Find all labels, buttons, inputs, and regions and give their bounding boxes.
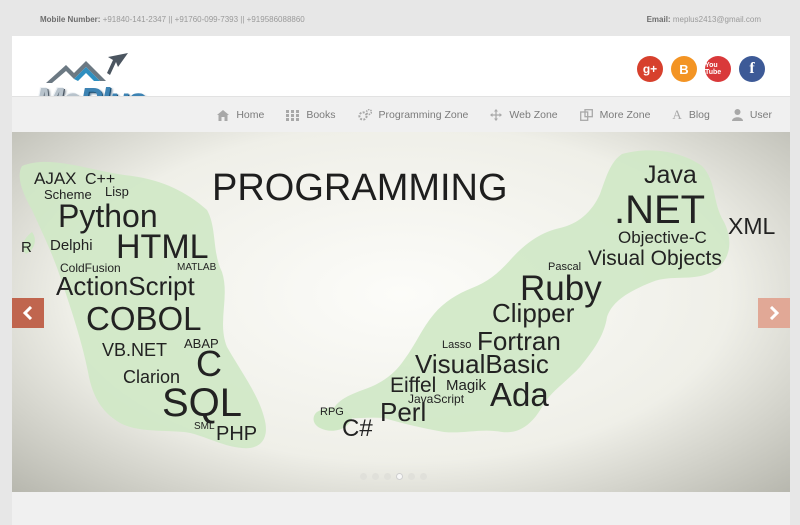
site-header: MePlus g+ B You Tube f Home Books [12, 36, 790, 132]
nav-label-user: User [749, 109, 772, 121]
nav-item-programming-zone[interactable]: Programming Zone [357, 109, 469, 121]
word-dotnet: .NET [614, 188, 706, 232]
nav-item-user[interactable]: User [731, 109, 772, 121]
slider-pagination [360, 473, 427, 480]
word-magik: Magik [446, 377, 487, 394]
blogger-icon[interactable]: B [671, 56, 697, 82]
word-java: Java [644, 161, 697, 189]
google-plus-icon[interactable]: g+ [637, 56, 663, 82]
word-lisp: Lisp [105, 184, 129, 199]
top-info-bar: Mobile Number: +91840-141-2347 || +91760… [0, 0, 800, 36]
word-actionscript: ActionScript [56, 271, 195, 301]
contact-email: Email: meplus2413@gmail.com [647, 15, 761, 24]
hero-slider: PROGRAMMING AJAX C++ Scheme Lisp Python … [12, 132, 790, 492]
nav-item-home[interactable]: Home [217, 109, 264, 121]
word-ajax: AJAX [34, 169, 77, 188]
word-sml: SML [194, 421, 215, 432]
contact-phone: Mobile Number: +91840-141-2347 || +91760… [40, 15, 305, 24]
word-xml: XML [728, 213, 776, 239]
word-cobol: COBOL [86, 300, 202, 337]
social-links: g+ B You Tube f [637, 56, 765, 82]
slider-dot-active[interactable] [396, 473, 403, 480]
nav-item-books[interactable]: Books [286, 109, 336, 121]
email-label: Email: [646, 15, 671, 24]
word-r: R [21, 239, 32, 256]
word-csharp: C# [342, 415, 373, 442]
copy-icon [579, 109, 593, 121]
slider-dot[interactable] [384, 473, 391, 480]
slider-dot[interactable] [420, 473, 427, 480]
nav-item-blog[interactable]: A Blog [672, 107, 709, 123]
home-icon [217, 109, 230, 121]
word-perl: Perl [380, 397, 427, 427]
nav-item-web-zone[interactable]: Web Zone [490, 109, 558, 121]
word-sql: SQL [162, 381, 243, 425]
email-address[interactable]: meplus2413@gmail.com [673, 15, 761, 24]
word-vbnet: VB.NET [102, 340, 168, 360]
slider-dot[interactable] [372, 473, 379, 480]
word-c: C [196, 343, 222, 384]
word-html: HTML [116, 228, 209, 266]
word-rpg: RPG [320, 406, 344, 418]
slider-dot[interactable] [408, 473, 415, 480]
slider-prev-button[interactable] [12, 298, 44, 328]
nav-item-more-zone[interactable]: More Zone [579, 109, 651, 121]
youtube-icon[interactable]: You Tube [705, 56, 731, 82]
mobile-label: Mobile Number: [40, 15, 101, 24]
word-visual-objects: Visual Objects [588, 247, 722, 270]
gears-icon [357, 109, 372, 121]
nav-label-web-zone: Web Zone [509, 109, 558, 121]
word-clipper: Clipper [492, 298, 575, 328]
chevron-left-icon [22, 306, 33, 320]
word-objective-c: Objective-C [618, 228, 707, 247]
slider-dot[interactable] [360, 473, 367, 480]
grid-icon [286, 109, 300, 121]
nav-label-programming-zone: Programming Zone [378, 109, 469, 121]
mobile-numbers: +91840-141-2347 || +91760-099-7393 || +9… [102, 15, 305, 24]
facebook-icon[interactable]: f [739, 56, 765, 82]
chevron-right-icon [769, 306, 780, 320]
font-icon: A [672, 107, 682, 122]
slider-next-button[interactable] [758, 298, 790, 328]
word-php: PHP [216, 423, 258, 445]
nav-label-home: Home [236, 109, 265, 121]
nav-label-books: Books [306, 109, 336, 121]
main-nav: Home Books Programming Zone Web Zone Mor… [12, 96, 790, 132]
word-delphi: Delphi [50, 237, 93, 254]
content-area-top [12, 492, 790, 525]
word-ada: Ada [490, 376, 549, 413]
nav-label-blog: Blog [688, 109, 710, 121]
arrows-move-icon [490, 109, 503, 121]
nav-label-more-zone: More Zone [599, 109, 651, 121]
user-icon [731, 109, 743, 121]
slide-title: PROGRAMMING [212, 167, 508, 209]
